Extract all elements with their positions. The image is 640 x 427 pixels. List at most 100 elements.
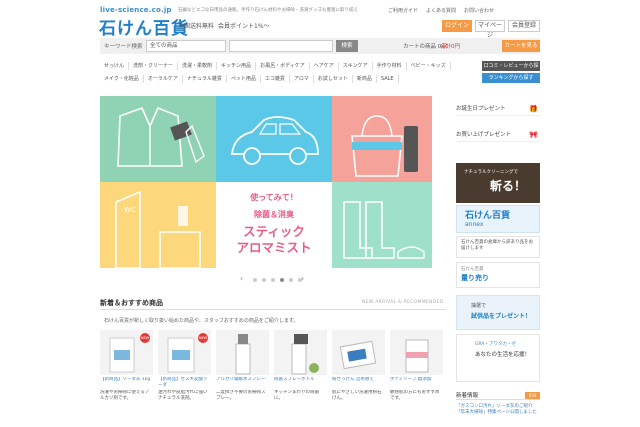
divider: [100, 309, 446, 310]
new-badge: NEW: [198, 333, 208, 343]
product-name[interactable]: 【新商品】ソーダ灰 1kg: [100, 377, 153, 389]
nav-item[interactable]: ナチュラル雑貨: [183, 75, 227, 83]
annex-description-text: 石けん百貨の倉庫から訳あり品をお届けします: [461, 240, 533, 251]
product-image[interactable]: [332, 330, 385, 375]
bulk-sale-banner[interactable]: 石けん百貨 量り売り: [456, 262, 540, 288]
carousel-prev-icon[interactable]: ‹: [240, 274, 243, 283]
bulk-sale-title: 量り売り: [461, 274, 489, 282]
carousel-dot[interactable]: [289, 278, 293, 282]
jacket-icon: [117, 106, 205, 167]
nav-item[interactable]: 洗剤・クリーナー: [129, 62, 179, 70]
hero-subtitle: 除菌＆消臭: [254, 210, 294, 219]
nav-item[interactable]: せっけん: [100, 62, 130, 70]
product-card[interactable]: 粉せっけん 詰め替え 肌にやさしい洗濯用粉石けん。: [332, 330, 385, 427]
nav-item[interactable]: キッチン用品: [217, 62, 257, 70]
section-description: 石けん百貨が新しく取り扱い始めた商品や、スタッフおすすめの商品をご紹介します。: [104, 318, 299, 324]
category-nav-row1: せっけん 洗剤・クリーナー 洗濯・柔軟剤 キッチン用品 お風呂・ボディケア ヘア…: [100, 62, 451, 70]
product-name[interactable]: アルカリ電解水スプレー: [216, 377, 269, 389]
top-link-contact[interactable]: お問い合わせ: [464, 7, 494, 14]
nav-item[interactable]: 手作り材料: [373, 62, 407, 70]
product-card[interactable]: NEW 【新商品】セスキ炭酸ソーダ 油汚れや皮脂汚れに強いナチュラル洗剤。: [158, 330, 211, 427]
nav-item[interactable]: オーラルケア: [144, 75, 183, 83]
nav-item[interactable]: 洗濯・柔軟剤: [178, 62, 218, 70]
carousel-dot[interactable]: [271, 278, 275, 282]
cleaning-banner[interactable]: ナチュラルクリーニングで 斬る！: [456, 163, 540, 203]
product-desc: 敏感肌の方にもおすすめです。: [390, 390, 440, 401]
product-desc: 油汚れや皮脂汚れに強いナチュラル洗剤。: [158, 390, 208, 401]
product-desc: 肌にやさしい洗濯用粉石けん。: [332, 390, 382, 401]
hero-tile-text: 使ってみて！ 除菌＆消臭 スティック アロマミスト: [216, 182, 332, 268]
carousel-dot[interactable]: [253, 278, 257, 282]
product-card[interactable]: アルカリ電解水スプレー 二度拭き不要のお掃除スプレー。: [216, 330, 269, 427]
carousel-dots: [253, 278, 302, 282]
login-button[interactable]: ログイン: [442, 20, 472, 32]
purchase-present-link[interactable]: お買い上げプレゼント 🎀: [456, 128, 540, 142]
section-title: 新着＆おすすめ商品: [100, 299, 163, 307]
birthday-present-label: お誕生日プレゼント: [456, 106, 506, 112]
nav-item[interactable]: SALE: [377, 75, 399, 83]
nav-item[interactable]: お風呂・ボディケア: [256, 62, 310, 70]
rss-button[interactable]: RSS: [525, 392, 540, 399]
product-card[interactable]: 除菌スプレーボトル キッチンまわりの除菌に。: [274, 330, 327, 427]
site-logo[interactable]: 石けん百貨: [99, 14, 189, 39]
lifestyle-label: GRA・アワタカ・ゼ: [475, 342, 517, 347]
bulk-sale-label: 石けん百貨: [461, 267, 484, 272]
register-button[interactable]: 会員登録: [508, 20, 540, 32]
sample-present-title: 試供品をプレゼント！: [471, 313, 532, 320]
product-card[interactable]: ボディソープ 無添加 敏感肌の方にもおすすめです。: [390, 330, 443, 427]
hero-tile-car: [216, 96, 332, 182]
product-image[interactable]: NEW: [100, 330, 153, 375]
gift-icon: 🎁: [529, 105, 538, 113]
product-name[interactable]: ボディソープ 無添加: [390, 377, 443, 389]
nav-item[interactable]: ヘアケア: [310, 62, 339, 70]
car-icon: [230, 116, 319, 165]
annex-banner[interactable]: 石けん百貨 annex: [456, 205, 540, 233]
ranking-button[interactable]: ランキングから探す: [482, 73, 540, 83]
carousel-dot[interactable]: [262, 278, 266, 282]
nav-item[interactable]: メイク・化粧品: [100, 75, 144, 83]
annex-title: 石けん百貨: [465, 211, 511, 221]
nav-item[interactable]: ベビー・キッズ: [407, 62, 451, 70]
carousel-next-icon[interactable]: ›: [301, 274, 304, 283]
product-name[interactable]: 粉せっけん 詰め替え: [332, 377, 385, 389]
lifestyle-banner[interactable]: GRA・アワタカ・ゼ あなたの生活を応援！: [456, 334, 540, 382]
nav-item[interactable]: エコ雑貨: [261, 75, 290, 83]
search-button[interactable]: 検索: [336, 40, 358, 52]
product-image[interactable]: [216, 330, 269, 375]
search-input[interactable]: [229, 40, 333, 52]
new-badge: NEW: [140, 333, 150, 343]
search-category-select[interactable]: 全ての商品: [146, 40, 226, 52]
top-link-guide[interactable]: ご利用ガイド: [388, 7, 418, 14]
nav-item[interactable]: アロマ: [290, 75, 314, 83]
product-name[interactable]: 除菌スプレーボトル: [274, 377, 327, 389]
cleaning-banner-title: 斬る！: [490, 179, 527, 193]
hero-banner[interactable]: WC 使ってみて！ 除菌＆消臭 スティック アロマミスト: [100, 96, 432, 268]
product-image[interactable]: NEW: [158, 330, 211, 375]
bow-icon: 🎀: [529, 131, 538, 139]
nav-item[interactable]: ペット用品: [227, 75, 261, 83]
logo-url[interactable]: live-science.co.jp: [100, 6, 172, 14]
review-search-button[interactable]: 口コミ・レビューから探す: [482, 61, 540, 79]
birthday-present-link[interactable]: お誕生日プレゼント 🎁: [456, 102, 540, 116]
product-card[interactable]: NEW 【新商品】ソーダ灰 1kg 洗濯やお掃除に使えるアルカリ剤です。: [100, 330, 153, 427]
toilet-icon: WC: [115, 190, 201, 268]
carousel-dot[interactable]: [280, 278, 284, 282]
nav-item[interactable]: スキンケア: [339, 62, 373, 70]
top-link-faq[interactable]: よくある質問: [426, 7, 456, 14]
hero-tile-boots: [332, 182, 432, 268]
annex-description[interactable]: 石けん百貨の倉庫から訳あり品をお届けします: [456, 236, 540, 258]
product-image[interactable]: [274, 330, 327, 375]
hero-tile-toilet: WC: [100, 182, 216, 268]
product-name[interactable]: 【新商品】セスキ炭酸ソーダ: [158, 377, 211, 389]
mypage-button[interactable]: マイページ: [475, 20, 505, 39]
hero-title-2: アロマミスト: [236, 240, 312, 255]
cart-button[interactable]: カートを見る: [502, 40, 540, 52]
hero-tile-bag: [332, 96, 432, 182]
nav-item[interactable]: 新商品: [353, 75, 377, 83]
news-item[interactable]: 「年末大掃除」特集ページ公開しました: [456, 410, 540, 416]
sample-present-banner[interactable]: 抽選で 試供品をプレゼント！: [456, 295, 540, 330]
nav-item[interactable]: お試しセット: [314, 75, 353, 83]
product-image[interactable]: [390, 330, 443, 375]
product-desc: 二度拭き不要のお掃除スプレー。: [216, 390, 266, 401]
lifestyle-title: あなたの生活を応援！: [475, 352, 531, 358]
